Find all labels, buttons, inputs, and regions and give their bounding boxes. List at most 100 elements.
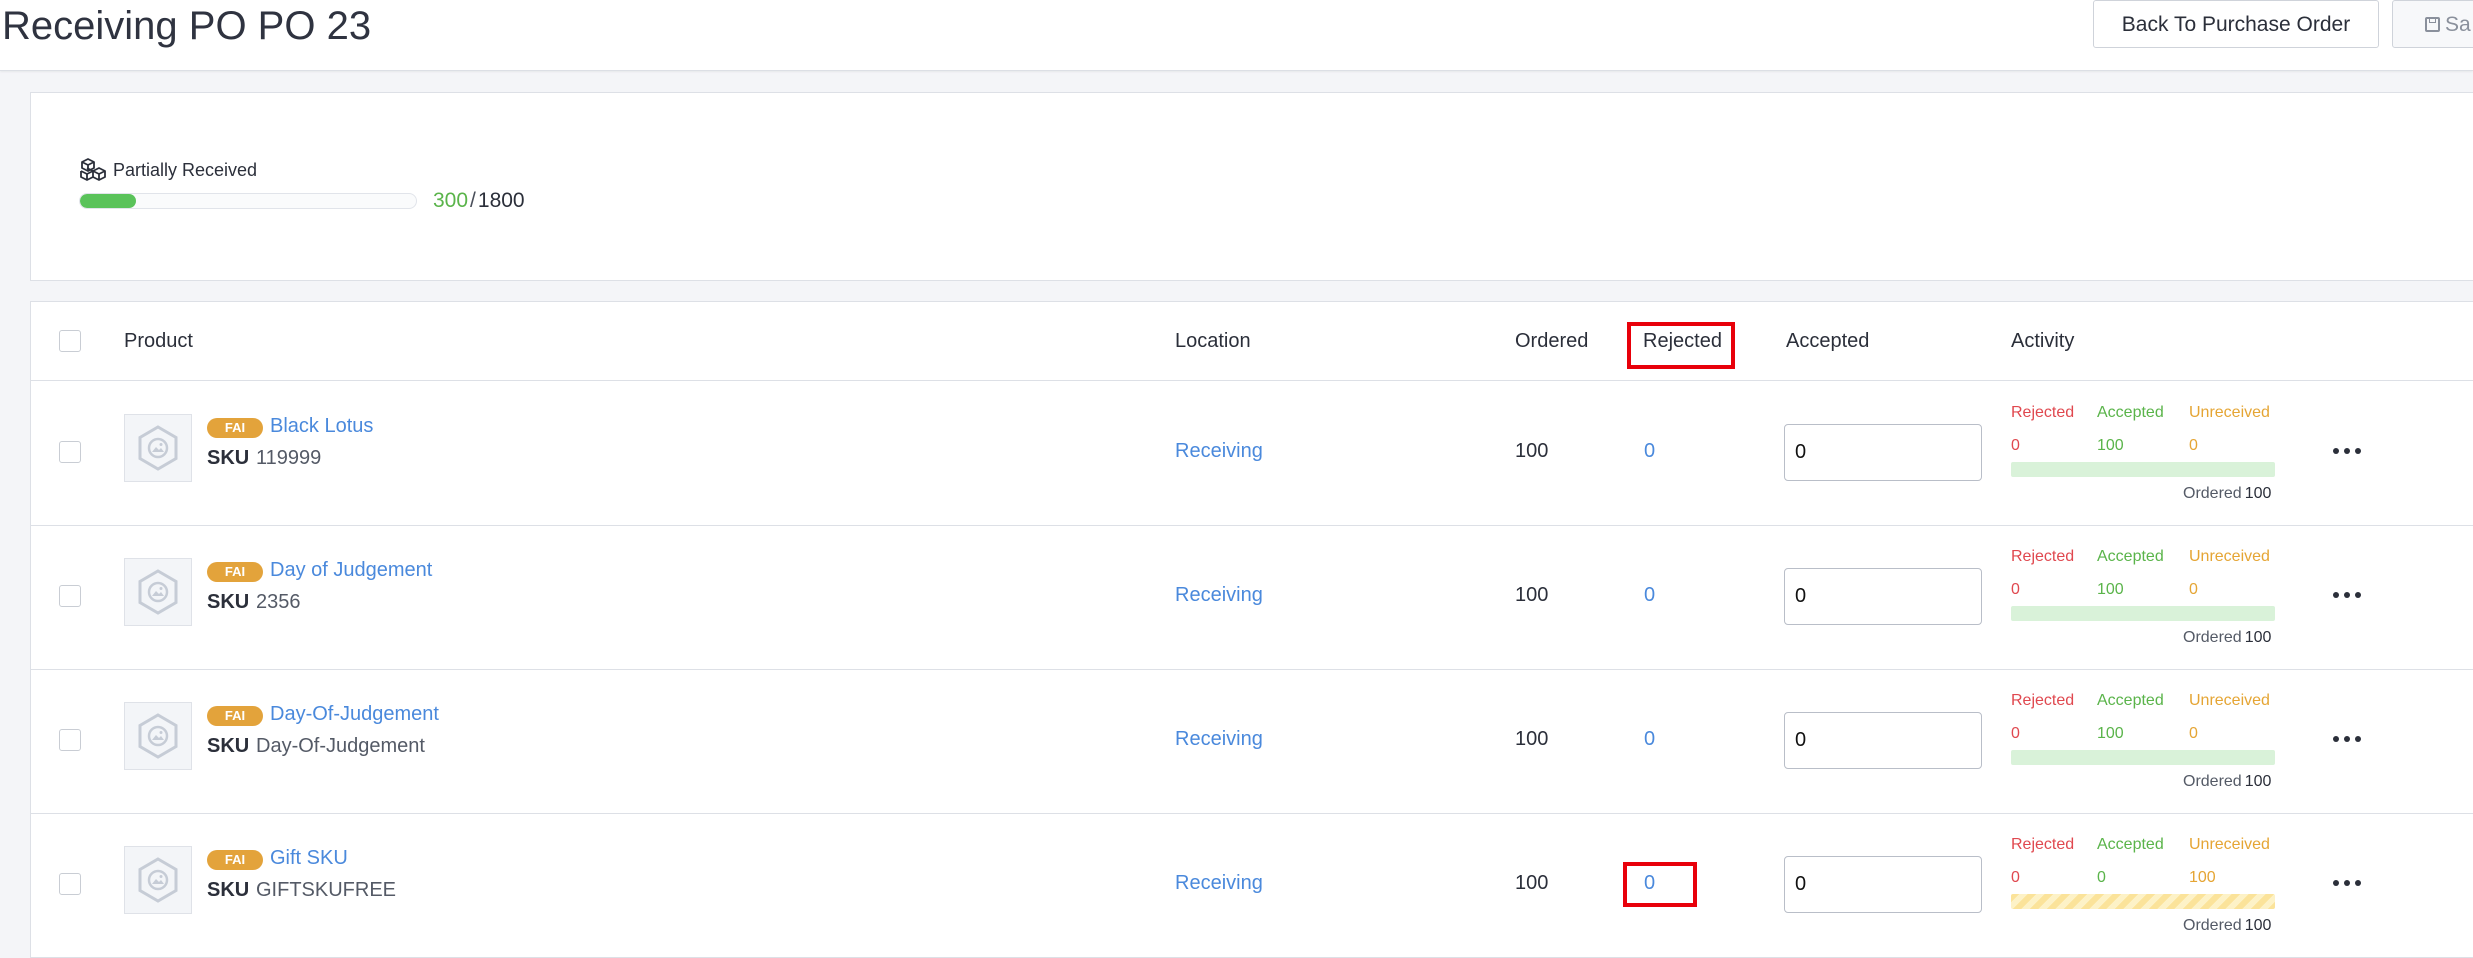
- accepted-quantity-input[interactable]: [1784, 424, 1982, 481]
- ordered-quantity: 100: [1515, 872, 1549, 894]
- more-actions-icon[interactable]: [2333, 585, 2363, 605]
- more-actions-icon[interactable]: [2333, 729, 2363, 749]
- table-row: FAI Gift SKU SKU GIFTSKUFREE Receiving 1…: [31, 813, 2473, 958]
- ordered-quantity: 100: [1515, 728, 1549, 750]
- activity-ordered-total: Ordered 100: [2183, 773, 2271, 791]
- received-count: 300/1800: [433, 189, 525, 213]
- sku-label: SKU: [207, 879, 250, 901]
- row-checkbox[interactable]: [59, 873, 81, 895]
- product-thumbnail: [124, 846, 192, 914]
- ordered-quantity: 100: [1515, 584, 1549, 606]
- count-separator: /: [470, 189, 476, 212]
- activity-rejected-value: 0: [2011, 725, 2020, 742]
- activity-ordered-label: Ordered: [2183, 773, 2242, 790]
- activity-progress-bar: [2011, 894, 2275, 909]
- rejected-quantity-link[interactable]: 0: [1644, 584, 1655, 607]
- back-to-purchase-order-button[interactable]: Back To Purchase Order: [2093, 0, 2379, 48]
- activity-unreceived-label: Unreceived: [2189, 548, 2270, 565]
- activity-progress-bar: [2011, 750, 2275, 765]
- rejected-quantity-link[interactable]: 0: [1644, 440, 1655, 463]
- activity-accepted-label: Accepted: [2097, 404, 2164, 421]
- more-actions-icon[interactable]: [2333, 441, 2363, 461]
- activity-ordered-label: Ordered: [2183, 485, 2242, 502]
- sku-value: 119999: [256, 447, 322, 469]
- activity-rejected-value: 0: [2011, 581, 2020, 598]
- column-header-activity[interactable]: Activity: [2011, 330, 2074, 353]
- product-thumbnail: [124, 702, 192, 770]
- save-button[interactable]: Sa: [2392, 0, 2473, 48]
- activity-ordered-value: 100: [2244, 773, 2272, 790]
- receiving-summary-card: Partially Received 300/1800: [30, 92, 2473, 281]
- location-link[interactable]: Receiving: [1175, 872, 1263, 895]
- activity-unreceived-label: Unreceived: [2189, 692, 2270, 709]
- sku-value: 2356: [256, 591, 301, 613]
- sku-label: SKU: [207, 735, 250, 757]
- product-name-link[interactable]: Day-Of-Judgement: [270, 703, 439, 726]
- ordered-quantity: 100: [1515, 440, 1549, 462]
- image-placeholder-icon: [138, 425, 178, 471]
- save-icon: [2425, 17, 2440, 32]
- activity-rejected-value: 0: [2011, 437, 2020, 454]
- activity-rejected-value: 0: [2011, 869, 2020, 886]
- location-link[interactable]: Receiving: [1175, 440, 1263, 463]
- row-checkbox[interactable]: [59, 441, 81, 463]
- column-header-ordered[interactable]: Ordered: [1515, 330, 1588, 353]
- product-name-link[interactable]: Day of Judgement: [270, 559, 432, 582]
- receiving-progress-bar: [79, 193, 417, 209]
- accepted-quantity-input[interactable]: [1784, 856, 1982, 913]
- page-title: Receiving PO PO 23: [2, 4, 372, 48]
- product-name-link[interactable]: Black Lotus: [270, 415, 373, 438]
- more-actions-icon[interactable]: [2333, 873, 2363, 893]
- table-header: Product Location Ordered Rejected Accept…: [31, 302, 2473, 381]
- column-header-accepted[interactable]: Accepted: [1786, 330, 1869, 353]
- location-link[interactable]: Receiving: [1175, 728, 1263, 751]
- activity-accepted-value: 100: [2097, 437, 2124, 454]
- activity-rejected-label: Rejected: [2011, 404, 2075, 421]
- total-quantity: 1800: [477, 189, 525, 212]
- product-name-link[interactable]: Gift SKU: [270, 847, 348, 870]
- activity-unreceived-value: 0: [2189, 437, 2198, 454]
- image-placeholder-icon: [138, 713, 178, 759]
- fai-badge: FAI: [207, 706, 263, 726]
- activity-ordered-label: Ordered: [2183, 629, 2242, 646]
- activity-ordered-total: Ordered 100: [2183, 485, 2271, 503]
- accepted-quantity-input[interactable]: [1784, 568, 1982, 625]
- accepted-quantity-input[interactable]: [1784, 712, 1982, 769]
- table-row: FAI Day of Judgement SKU 2356 Receiving …: [31, 525, 2473, 670]
- activity-ordered-value: 100: [2244, 629, 2272, 646]
- column-header-product[interactable]: Product: [124, 330, 193, 353]
- table-row: FAI Black Lotus SKU 119999 Receiving 100…: [31, 381, 2473, 526]
- activity-rejected-label: Rejected: [2011, 692, 2075, 709]
- column-header-location[interactable]: Location: [1175, 330, 1251, 353]
- activity-progress-bar: [2011, 462, 2275, 477]
- location-link[interactable]: Receiving: [1175, 584, 1263, 607]
- activity-rejected-label: Rejected: [2011, 836, 2075, 853]
- receiving-table: Product Location Ordered Rejected Accept…: [30, 301, 2473, 958]
- fai-badge: FAI: [207, 562, 263, 582]
- product-thumbnail: [124, 414, 192, 482]
- select-all-checkbox[interactable]: [59, 330, 81, 352]
- rejected-quantity-link[interactable]: 0: [1644, 728, 1655, 751]
- activity-progress-bar: [2011, 606, 2275, 621]
- boxes-icon: [80, 158, 106, 181]
- received-quantity: 300: [433, 189, 469, 212]
- rejected-header-highlight: [1627, 322, 1735, 369]
- sku-value: Day-Of-Judgement: [256, 735, 425, 757]
- activity-ordered-value: 100: [2244, 485, 2272, 502]
- activity-accepted-label: Accepted: [2097, 548, 2164, 565]
- activity-ordered-label: Ordered: [2183, 917, 2242, 934]
- row-checkbox[interactable]: [59, 585, 81, 607]
- activity-unreceived-value: 100: [2189, 869, 2216, 886]
- fai-badge: FAI: [207, 850, 263, 870]
- activity-accepted-value: 100: [2097, 581, 2124, 598]
- activity-accepted-value: 100: [2097, 725, 2124, 742]
- status-label: Partially Received: [113, 160, 258, 180]
- activity-rejected-label: Rejected: [2011, 548, 2075, 565]
- activity-unreceived-label: Unreceived: [2189, 836, 2270, 853]
- sku-label: SKU: [207, 591, 250, 613]
- page-header: Receiving PO PO 23 Back To Purchase Orde…: [0, 0, 2473, 71]
- image-placeholder-icon: [138, 857, 178, 903]
- row-checkbox[interactable]: [59, 729, 81, 751]
- activity-accepted-value: 0: [2097, 869, 2106, 886]
- sku-label: SKU: [207, 447, 250, 469]
